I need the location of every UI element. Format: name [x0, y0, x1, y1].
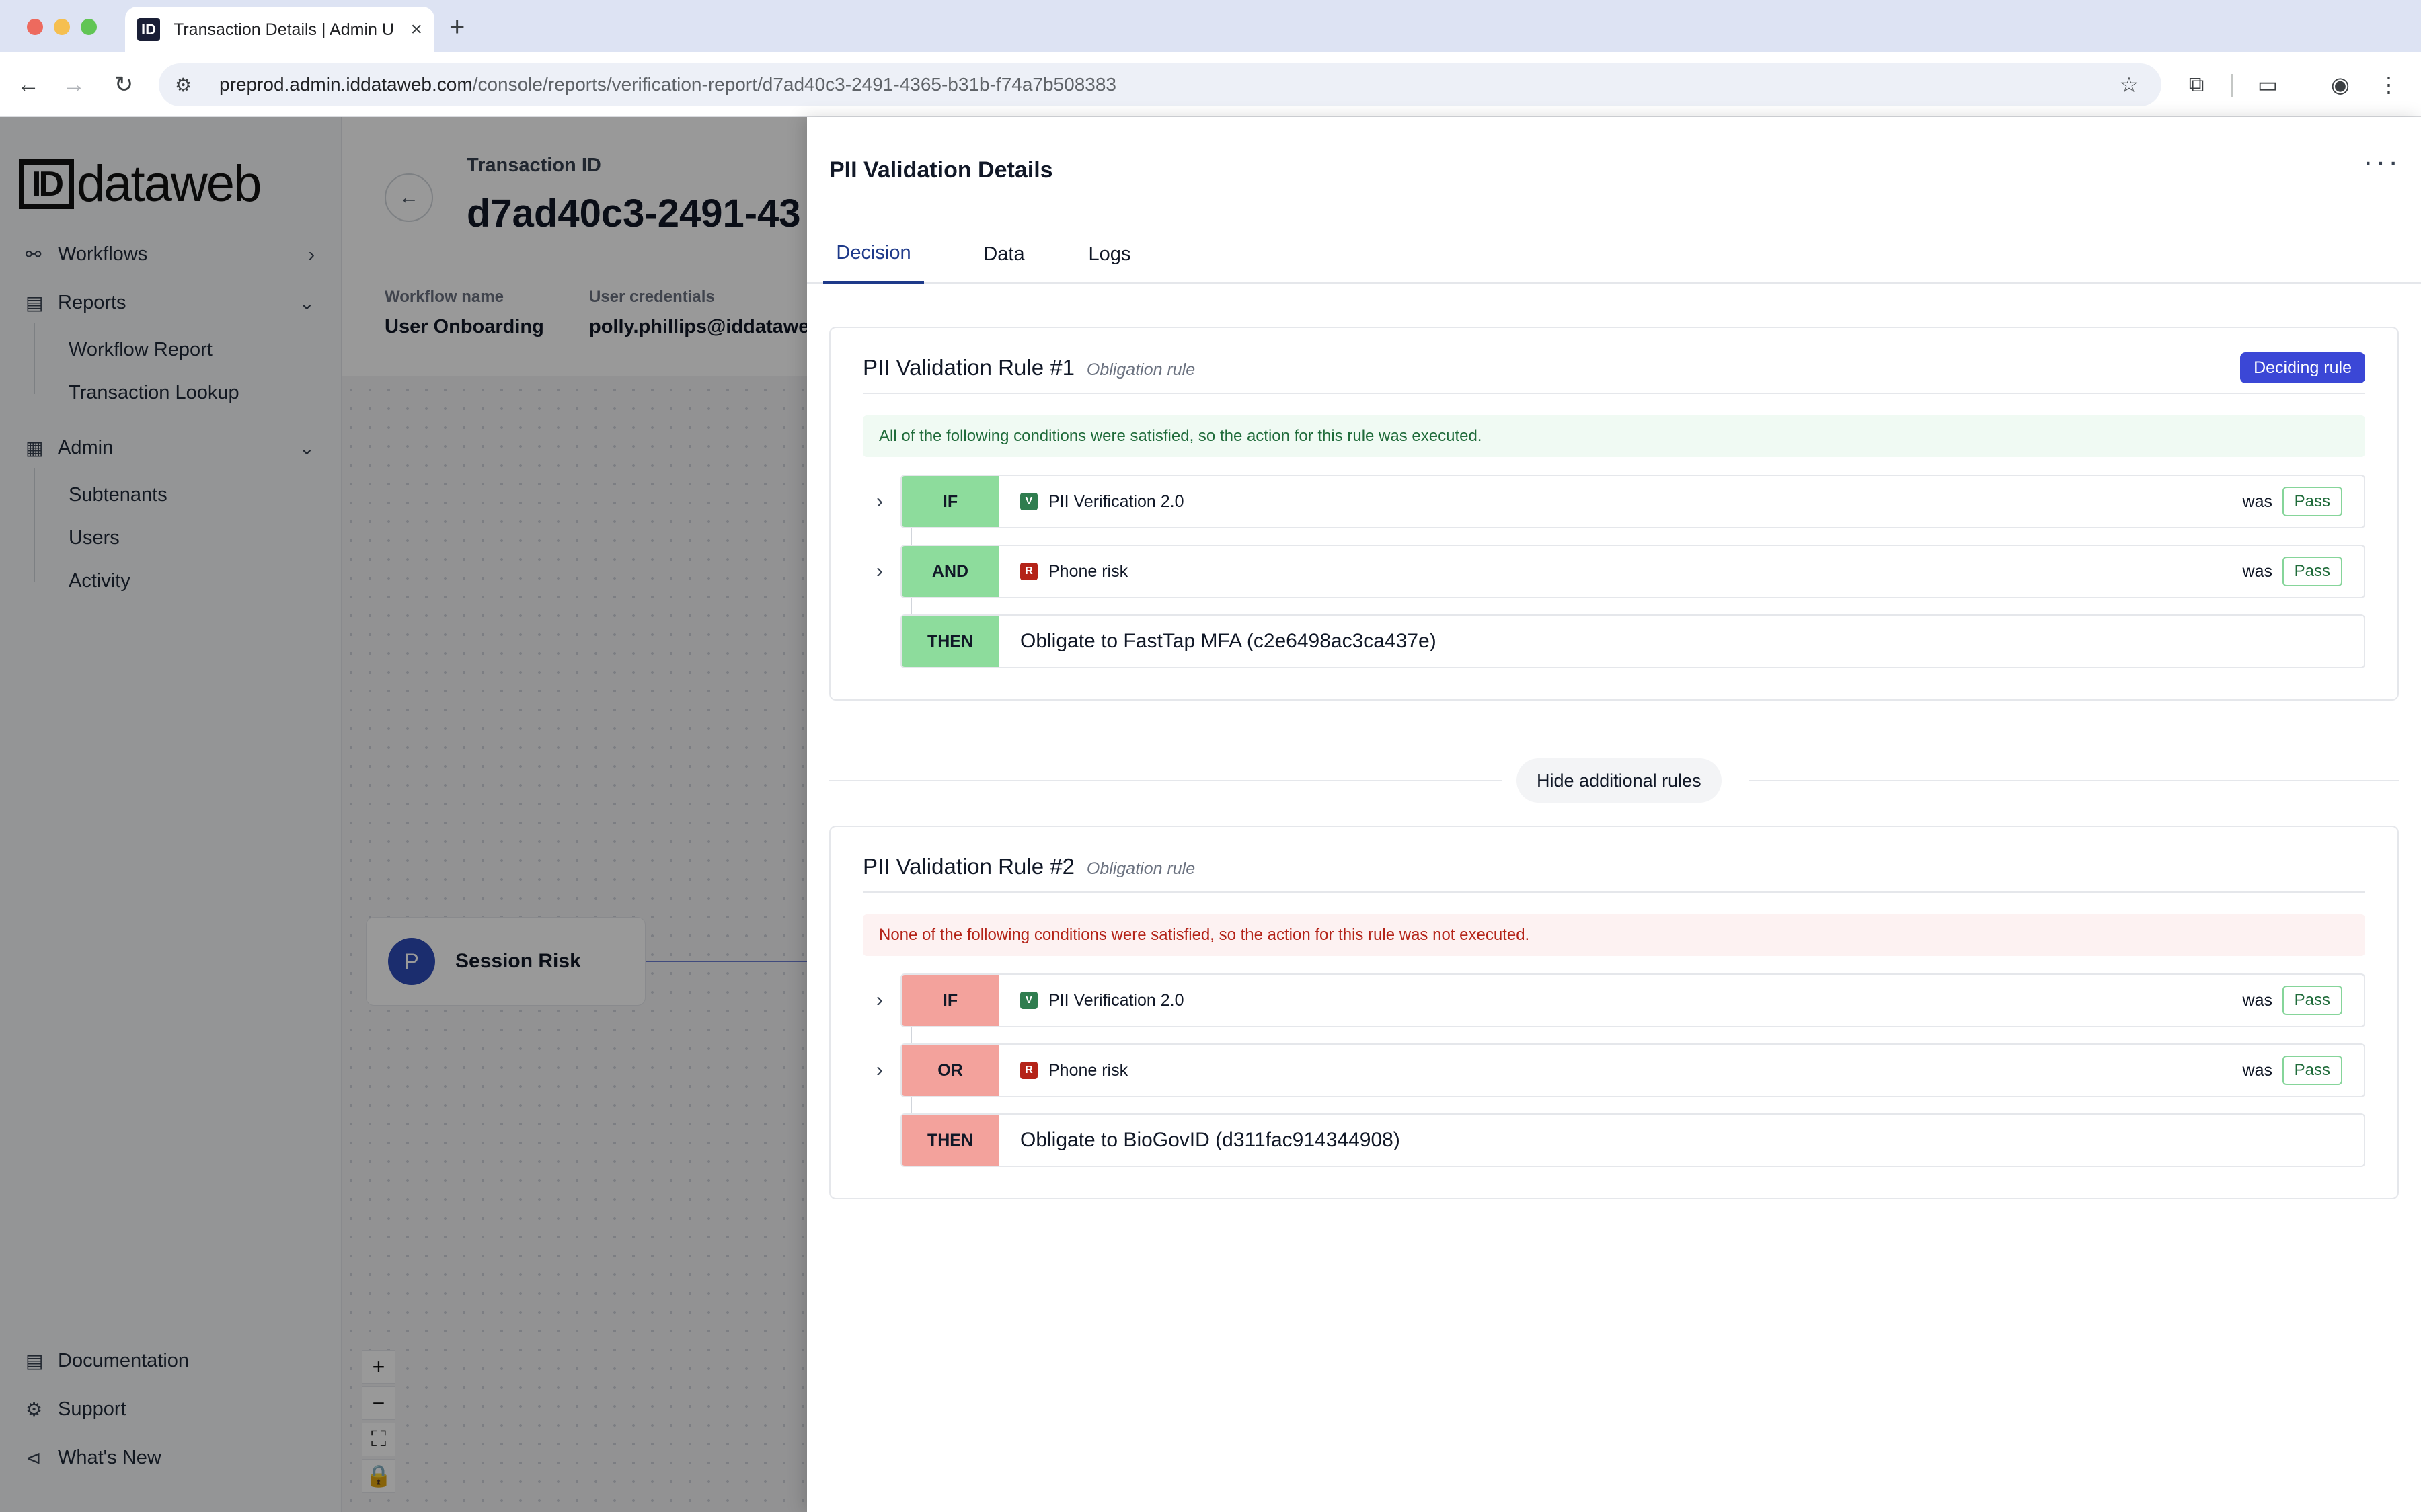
action-text: Obligate to FastTap MFA (c2e6498ac3ca437…	[1020, 630, 1436, 652]
browser-toolbar: ← → ↻ ⚙ preprod.admin.iddataweb.com/cons…	[0, 52, 2421, 117]
condition-row: › AND R Phone risk was Pass	[863, 545, 2365, 598]
chevron-right-icon[interactable]: ›	[863, 1043, 896, 1097]
profile-icon[interactable]: ◉	[2326, 70, 2355, 100]
rule-card: PII Validation Rule #2 Obligation rule N…	[829, 826, 2399, 1199]
back-arrow-icon[interactable]: ←	[13, 70, 43, 100]
rule-type: Obligation rule	[1086, 360, 1196, 379]
rule-header: PII Validation Rule #2 Obligation rule	[863, 854, 1195, 879]
url-path: /console/reports/verification-report/d7a…	[472, 74, 1116, 95]
action-box: THEN Obligate to BioGovID (d311fac914344…	[900, 1113, 2365, 1167]
condition-name: Phone risk	[1048, 1060, 1128, 1080]
rule-status-banner: All of the following conditions were sat…	[863, 415, 2365, 457]
browser-tab[interactable]: ID Transaction Details | Admin U ×	[125, 7, 434, 52]
condition-box: OR R Phone risk was Pass	[900, 1043, 2365, 1097]
condition-connector	[911, 598, 912, 614]
condition-was: was	[2242, 491, 2272, 511]
pass-chip: Pass	[2282, 1056, 2342, 1085]
rule-title: PII Validation Rule #2	[863, 854, 1075, 879]
window-close-button[interactable]	[27, 19, 43, 35]
hide-additional-rules-button[interactable]: Hide additional rules	[1516, 758, 1722, 803]
extensions-icon[interactable]: ⧉	[2182, 70, 2211, 100]
favicon-icon: ID	[137, 18, 160, 41]
condition-operator: IF	[902, 476, 999, 527]
chevron-right-icon[interactable]: ›	[863, 475, 896, 528]
divider	[863, 891, 2365, 893]
window-minimize-button[interactable]	[54, 19, 70, 35]
drawer-title: PII Validation Details	[829, 157, 1053, 183]
action-operator: THEN	[902, 616, 999, 667]
toolbar-divider	[2231, 74, 2233, 97]
condition-operator: OR	[902, 1045, 999, 1096]
tab-search-icon[interactable]: ▭	[2253, 70, 2282, 100]
condition-row: › IF V PII Verification 2.0 was Pass	[863, 973, 2365, 1027]
condition-connector	[911, 1027, 912, 1043]
divider	[1748, 780, 2399, 781]
forward-arrow-icon[interactable]: →	[59, 70, 89, 100]
condition-box: IF V PII Verification 2.0 was Pass	[900, 973, 2365, 1027]
condition-row: › OR R Phone risk was Pass	[863, 1043, 2365, 1097]
divider	[829, 780, 1502, 781]
action-row: THEN Obligate to BioGovID (d311fac914344…	[863, 1113, 2365, 1167]
window-maximize-button[interactable]	[81, 19, 97, 35]
drawer-tabs: Decision Data Logs	[807, 225, 2421, 284]
action-operator: THEN	[902, 1115, 999, 1166]
chevron-right-icon[interactable]: ›	[863, 973, 896, 1027]
action-box: THEN Obligate to FastTap MFA (c2e6498ac3…	[900, 614, 2365, 668]
rule-title: PII Validation Rule #1	[863, 355, 1075, 380]
rule-card: PII Validation Rule #1 Obligation rule D…	[829, 327, 2399, 701]
divider	[863, 393, 2365, 394]
condition-box: AND R Phone risk was Pass	[900, 545, 2365, 598]
modal-backdrop[interactable]	[0, 117, 807, 1512]
reload-icon[interactable]: ↻	[109, 70, 139, 100]
browser-tabstrip: ID Transaction Details | Admin U × +	[0, 0, 2421, 52]
action-text: Obligate to BioGovID (d311fac914344908)	[1020, 1129, 1400, 1151]
bookmark-star-icon[interactable]: ☆	[2114, 70, 2144, 100]
action-row: THEN Obligate to FastTap MFA (c2e6498ac3…	[863, 614, 2365, 668]
condition-connector	[911, 1097, 912, 1113]
verification-badge-icon: V	[1020, 992, 1038, 1009]
tab-title: Transaction Details | Admin U	[174, 19, 394, 39]
condition-was: was	[2242, 1060, 2272, 1080]
condition-connector	[911, 528, 912, 545]
rule-header: PII Validation Rule #1 Obligation rule	[863, 355, 1195, 381]
condition-name: PII Verification 2.0	[1048, 990, 1184, 1010]
condition-name: PII Verification 2.0	[1048, 491, 1184, 511]
address-bar[interactable]: ⚙ preprod.admin.iddataweb.com/console/re…	[159, 63, 2161, 106]
pass-chip: Pass	[2282, 986, 2342, 1015]
risk-badge-icon: R	[1020, 563, 1038, 580]
pass-chip: Pass	[2282, 487, 2342, 516]
tab-logs[interactable]: Logs	[1069, 225, 1150, 284]
verification-badge-icon: V	[1020, 493, 1038, 510]
url-host: preprod.admin.iddataweb.com	[219, 74, 473, 95]
chevron-right-icon[interactable]: ›	[863, 545, 896, 598]
condition-row: › IF V PII Verification 2.0 was Pass	[863, 475, 2365, 528]
condition-operator: IF	[902, 975, 999, 1026]
condition-operator: AND	[902, 546, 999, 597]
url-text: preprod.admin.iddataweb.com/console/repo…	[219, 74, 1116, 95]
tab-data[interactable]: Data	[967, 225, 1041, 284]
condition-was: was	[2242, 561, 2272, 581]
more-options-icon[interactable]: ···	[2363, 145, 2401, 179]
risk-badge-icon: R	[1020, 1062, 1038, 1079]
condition-name: Phone risk	[1048, 561, 1128, 581]
condition-box: IF V PII Verification 2.0 was Pass	[900, 475, 2365, 528]
more-menu-icon[interactable]: ⋮	[2374, 70, 2404, 100]
new-tab-icon[interactable]: +	[449, 12, 465, 42]
condition-was: was	[2242, 990, 2272, 1010]
tab-decision[interactable]: Decision	[823, 225, 924, 284]
rule-status-banner: None of the following conditions were sa…	[863, 914, 2365, 956]
pass-chip: Pass	[2282, 557, 2342, 586]
details-drawer: PII Validation Details ··· Decision Data…	[807, 117, 2421, 1512]
rule-type: Obligation rule	[1086, 859, 1196, 878]
site-settings-icon[interactable]: ⚙	[175, 74, 199, 96]
close-icon[interactable]: ×	[410, 18, 422, 41]
deciding-rule-badge: Deciding rule	[2240, 352, 2365, 383]
